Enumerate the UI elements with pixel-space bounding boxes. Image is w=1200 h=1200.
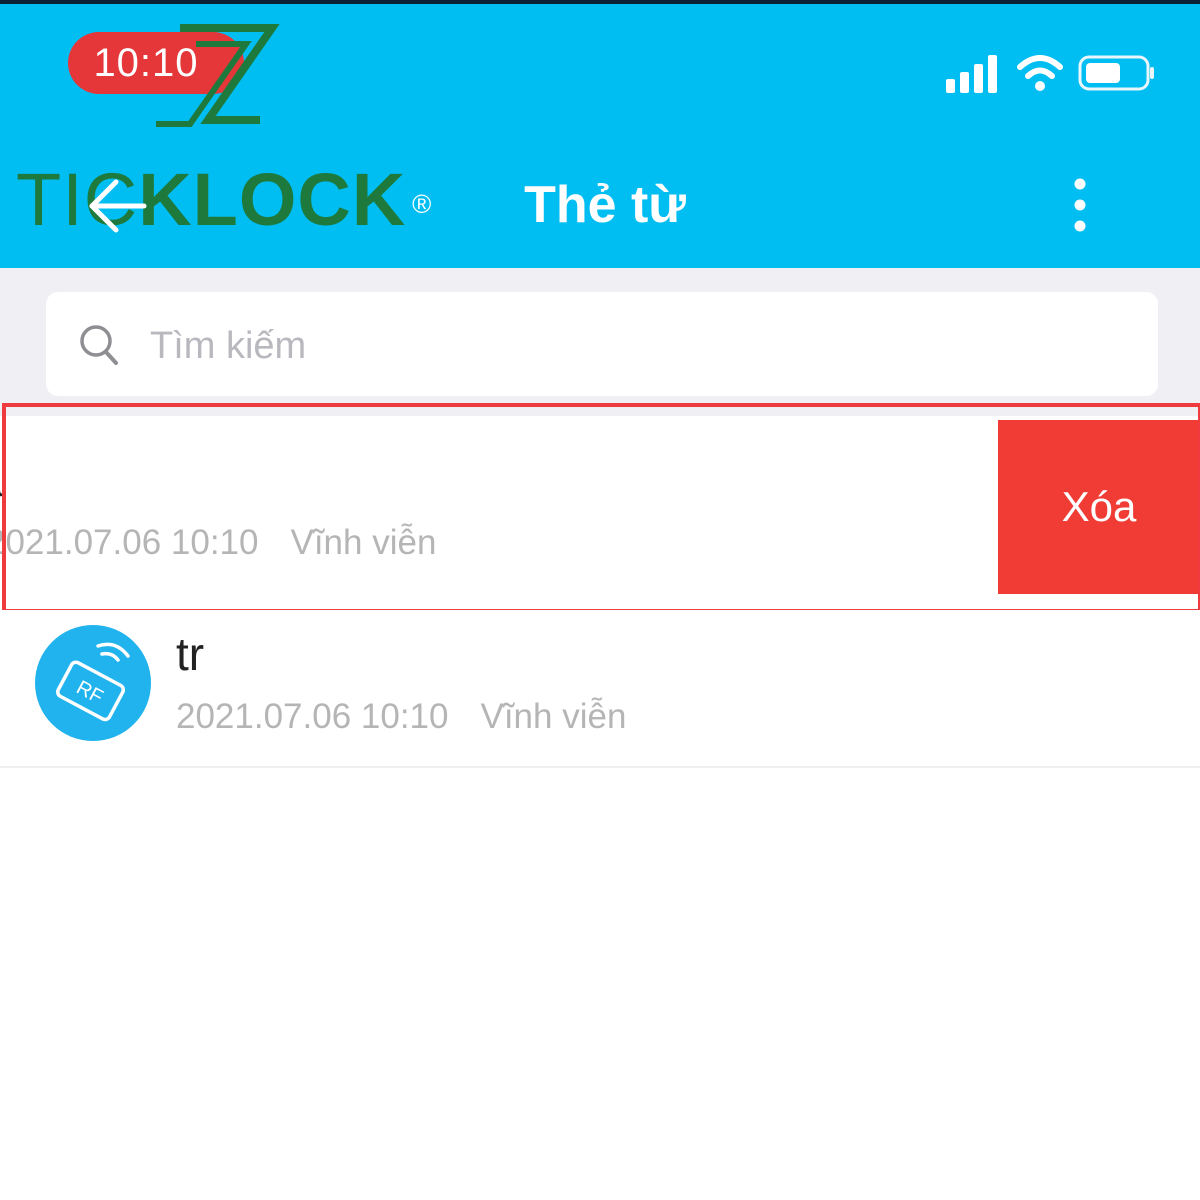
status-icons: [946, 50, 1156, 96]
screen-top-edge: [0, 0, 1200, 4]
card-meta: 2021.07.06 10:10 Vĩnh viễn: [0, 518, 436, 568]
wifi-icon: [1017, 55, 1063, 91]
brand-text-bold: KLOCK: [138, 158, 407, 241]
delete-button[interactable]: Xóa: [998, 420, 1200, 594]
page-title: Thẻ từ: [524, 176, 686, 234]
card-name: tr: [176, 628, 205, 680]
ticklock-logo: TICKLOCK ®: [16, 158, 431, 241]
search-icon: [80, 325, 118, 365]
back-arrow-icon[interactable]: [84, 176, 148, 236]
app-header: 10:10 TICKLOCK ® Thẻ từ: [0, 0, 1200, 268]
card-date: 2021.07.06 10:10: [0, 523, 259, 562]
brand-text-light: TI: [16, 158, 84, 241]
registered-mark: ®: [412, 189, 433, 219]
card-list-item[interactable]: tr 2021.07.06 10:10 Vĩnh viễn: [0, 610, 1200, 766]
card-validity: Vĩnh viễn: [290, 523, 437, 562]
card-validity: Vĩnh viễn: [480, 697, 627, 736]
ticklock-logo-mark-icon: [156, 24, 280, 127]
signal-icon: [946, 55, 997, 93]
rf-card-icon: RF: [35, 625, 151, 741]
battery-icon: [1078, 55, 1154, 91]
row-divider: [0, 766, 1200, 768]
card-name: a: [0, 450, 4, 510]
card-meta: 2021.07.06 10:10 Vĩnh viễn: [176, 692, 626, 742]
card-list-item-swiped[interactable]: a 2021.07.06 10:10 Vĩnh viễn Xóa: [0, 420, 1200, 594]
more-vertical-icon[interactable]: [1060, 176, 1100, 234]
card-date: 2021.07.06 10:10: [176, 697, 449, 736]
search-input[interactable]: [150, 318, 850, 374]
